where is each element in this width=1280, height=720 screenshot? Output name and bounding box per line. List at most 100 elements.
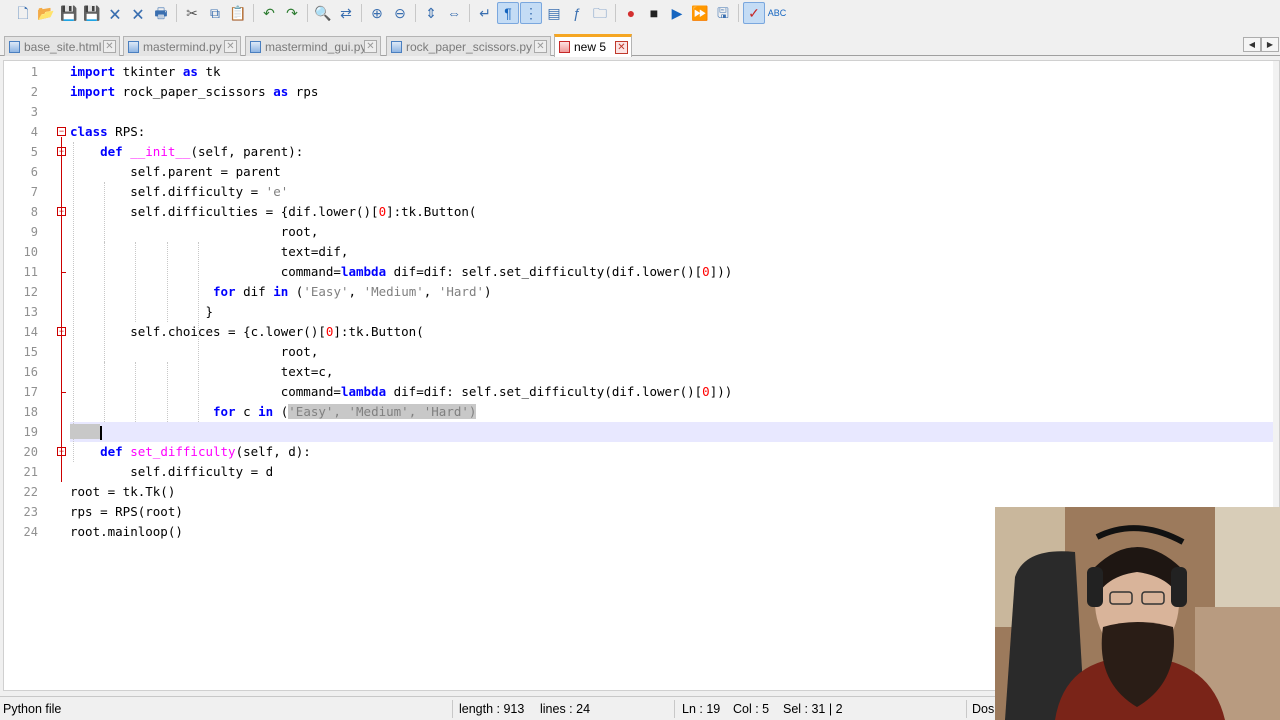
tab-new-5[interactable]: new 5 ✕: [554, 34, 632, 57]
code-line[interactable]: [70, 102, 1279, 122]
replace-icon[interactable]: ⇄: [335, 2, 357, 24]
folder-workspace-icon[interactable]: 🗀: [589, 2, 611, 24]
code-line[interactable]: root,: [70, 222, 1279, 242]
new-file-icon[interactable]: 🗋: [12, 2, 34, 24]
code-token: root,: [70, 224, 319, 239]
code-line[interactable]: text=dif,: [70, 242, 1279, 262]
code-line[interactable]: }: [70, 302, 1279, 322]
tab-scroll-left-icon[interactable]: ◀: [1243, 37, 1261, 52]
status-divider: [452, 700, 453, 718]
code-line[interactable]: self.parent = parent: [70, 162, 1279, 182]
code-line[interactable]: for dif in ('Easy', 'Medium', 'Hard'): [70, 282, 1279, 302]
close-all-icon[interactable]: 🗙: [127, 2, 149, 24]
line-number: 2: [30, 85, 38, 99]
zoom-out-icon[interactable]: ⊖: [389, 2, 411, 24]
function-list-icon[interactable]: ƒ: [566, 2, 588, 24]
code-token: dif: [235, 284, 274, 299]
code-token: root = tk.Tk(): [70, 484, 176, 499]
redo-icon[interactable]: ↷: [281, 2, 303, 24]
indent-guide: [135, 242, 137, 322]
keyword-token: def: [100, 144, 123, 159]
status-length: length : 913: [459, 702, 525, 716]
save-macro-icon[interactable]: 🖫: [712, 2, 734, 24]
code-token: root,: [70, 344, 319, 359]
code-line[interactable]: class RPS:: [70, 122, 1279, 142]
spell-check-icon[interactable]: ✓: [743, 2, 765, 24]
toolbar-separator: [176, 4, 177, 22]
sync-vertical-icon[interactable]: ⇕: [420, 2, 442, 24]
keyword-token: in: [258, 404, 274, 419]
copy-icon[interactable]: ⧉: [204, 2, 226, 24]
line-number: 12: [23, 285, 38, 299]
code-line[interactable]: root,: [70, 342, 1279, 362]
status-selection: Sel : 31 | 2: [783, 702, 843, 716]
undo-icon[interactable]: ↶: [258, 2, 280, 24]
code-line[interactable]: text=c,: [70, 362, 1279, 382]
fold-toggle-icon[interactable]: −: [57, 127, 66, 136]
save-icon[interactable]: 💾: [58, 2, 80, 24]
close-icon[interactable]: 🗙: [104, 2, 126, 24]
code-token: RPS:: [107, 124, 146, 139]
show-all-chars-icon[interactable]: ¶: [497, 2, 519, 24]
line-number: 3: [30, 105, 38, 119]
code-token: (: [288, 284, 304, 299]
close-tab-icon[interactable]: ✕: [534, 40, 547, 53]
stop-record-icon[interactable]: ■: [643, 2, 665, 24]
doc-map-icon[interactable]: ▤: [543, 2, 565, 24]
find-icon[interactable]: 🔍: [312, 2, 334, 24]
sync-horizontal-icon[interactable]: ⇔: [443, 2, 465, 24]
tab-rock-paper-scissors-py[interactable]: rock_paper_scissors.py ✕: [386, 36, 551, 56]
code-line[interactable]: command=lambda dif=dif: self.set_difficu…: [70, 382, 1279, 402]
code-line[interactable]: self.difficulties = {dif.lower()[0]:tk.B…: [70, 202, 1279, 222]
tab-scroll-right-icon[interactable]: ▶: [1261, 37, 1279, 52]
toolbar: 🗋 📂 💾 💾 🗙 🗙 🖶 ✂ ⧉ 📋 ↶ ↷ 🔍 ⇄ ⊕ ⊖ ⇕ ⇔ ↵ ¶ ⋮ ▤ ƒ 🗀 ● ■ ▶ ⏩ 🖫 ✓ ABC: [0, 0, 1280, 26]
run-macro-multiple-icon[interactable]: ⏩: [689, 2, 711, 24]
code-line[interactable]: [70, 422, 1279, 442]
close-tab-icon[interactable]: ✕: [364, 40, 377, 53]
indent-guide-icon[interactable]: ⋮: [520, 2, 542, 24]
indent-guide: [166, 242, 168, 322]
code-token: (self, parent):: [190, 144, 304, 159]
code-line[interactable]: root = tk.Tk(): [70, 482, 1279, 502]
code-token: c: [235, 404, 259, 419]
tab-label: base_site.html: [24, 39, 102, 54]
zoom-in-icon[interactable]: ⊕: [366, 2, 388, 24]
fold-margin[interactable]: − − − − −: [53, 61, 69, 690]
code-line[interactable]: def __init__(self, parent):: [70, 142, 1279, 162]
code-token: self.parent = parent: [70, 164, 281, 179]
code-line[interactable]: self.difficulty = 'e': [70, 182, 1279, 202]
word-wrap-icon[interactable]: ↵: [474, 2, 496, 24]
code-line[interactable]: for c in ('Easy', 'Medium', 'Hard'): [70, 402, 1279, 422]
close-tab-icon[interactable]: ✕: [224, 40, 237, 53]
webcam-image: [995, 507, 1280, 720]
close-tab-icon[interactable]: ✕: [103, 40, 116, 53]
code-line[interactable]: import rock_paper_scissors as rps: [70, 82, 1279, 102]
code-line[interactable]: import tkinter as tk: [70, 62, 1279, 82]
code-token: ): [484, 284, 492, 299]
file-icon: [391, 40, 402, 53]
line-number: 22: [23, 485, 38, 499]
code-line[interactable]: self.choices = {c.lower()[0]:tk.Button(: [70, 322, 1279, 342]
close-tab-icon[interactable]: ✕: [615, 40, 628, 54]
indent-guide: [166, 362, 168, 422]
fold-line: [61, 137, 62, 467]
code-line[interactable]: self.difficulty = d: [70, 462, 1279, 482]
open-file-icon[interactable]: 📂: [35, 2, 57, 24]
abc-icon[interactable]: ABC: [766, 2, 788, 24]
cut-icon[interactable]: ✂: [181, 2, 203, 24]
save-all-icon[interactable]: 💾: [81, 2, 103, 24]
line-number: 10: [23, 245, 38, 259]
record-macro-icon[interactable]: ●: [620, 2, 642, 24]
string-token: 'Easy': [303, 284, 349, 299]
tab-base-site-html[interactable]: base_site.html ✕: [4, 36, 120, 56]
string-token: 'Hard': [438, 284, 484, 299]
code-line[interactable]: def set_difficulty(self, d):: [70, 442, 1279, 462]
file-icon: [9, 40, 20, 53]
tab-mastermind-py[interactable]: mastermind.py ✕: [123, 36, 241, 56]
print-icon[interactable]: 🖶: [150, 2, 172, 24]
playback-macro-icon[interactable]: ▶: [666, 2, 688, 24]
paste-icon[interactable]: 📋: [227, 2, 249, 24]
tab-mastermind-gui-py[interactable]: mastermind_gui.py ✕: [245, 36, 381, 56]
code-line[interactable]: command=lambda dif=dif: self.set_difficu…: [70, 262, 1279, 282]
